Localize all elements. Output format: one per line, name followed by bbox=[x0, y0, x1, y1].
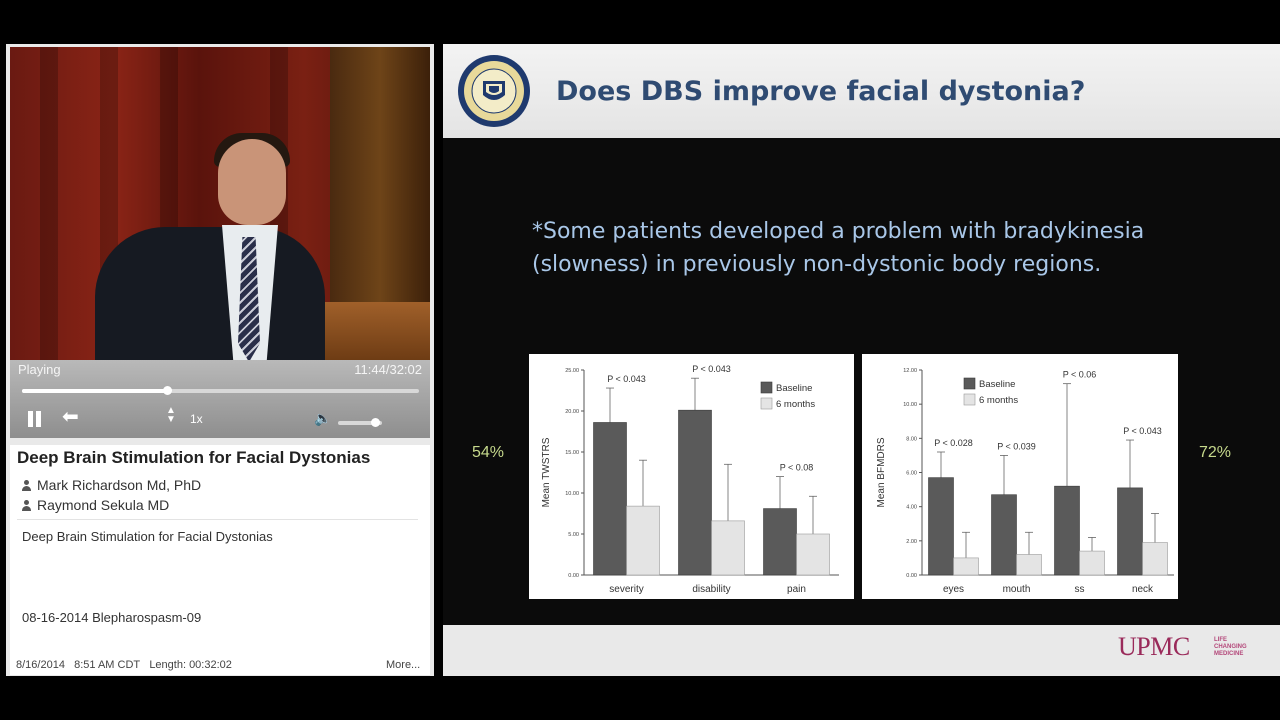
twstrs-bar-chart: 0.00 5.00 10.00 15.00 20.00 25.00 Mean TWSTRS P… bbox=[529, 354, 854, 599]
x-tick-label: severity bbox=[609, 584, 643, 595]
legend-label: Baseline bbox=[979, 379, 1015, 390]
more-link[interactable]: More... bbox=[386, 659, 420, 671]
bar-baseline bbox=[1117, 487, 1143, 576]
bar-6-months bbox=[1016, 554, 1042, 576]
y-tick-label: 0.00 bbox=[568, 573, 579, 579]
tagline-line: CHANGING bbox=[1214, 644, 1247, 650]
playback-time: 11:44/32:02 bbox=[354, 362, 422, 377]
x-tick-label: mouth bbox=[1003, 584, 1031, 595]
playback-status: Playing bbox=[18, 362, 61, 377]
bar-baseline bbox=[928, 477, 954, 576]
presenter-2: Raymond Sekula MD bbox=[22, 497, 169, 513]
upmc-tagline: LIFE CHANGING MEDICINE bbox=[1214, 637, 1247, 658]
bar-baseline bbox=[593, 422, 627, 576]
y-tick-label: 25.00 bbox=[565, 368, 579, 374]
legend-swatch bbox=[760, 397, 773, 410]
bar-6-months bbox=[953, 557, 979, 576]
presentation-length: Length: 00:32:02 bbox=[149, 659, 232, 671]
presentation-meta: 8/16/2014 8:51 AM CDT Length: 00:32:02 bbox=[16, 659, 232, 671]
bar-baseline bbox=[991, 494, 1017, 576]
legend-swatch bbox=[963, 377, 976, 390]
bar-baseline bbox=[763, 508, 797, 576]
presenter-name: Raymond Sekula MD bbox=[37, 497, 170, 513]
presentation-time: 8:51 AM CDT bbox=[74, 659, 141, 671]
playback-rate[interactable]: 1x bbox=[190, 412, 203, 426]
presenter-name: Mark Richardson Md, PhD bbox=[37, 477, 202, 493]
legend-label: 6 months bbox=[776, 399, 815, 410]
university-seal-icon bbox=[458, 55, 530, 127]
presentation-title: Deep Brain Stimulation for Facial Dyston… bbox=[17, 448, 371, 467]
bar-6-months bbox=[1079, 550, 1105, 576]
presenter-1: Mark Richardson Md, PhD bbox=[22, 477, 201, 493]
legend-label: 6 months bbox=[979, 395, 1018, 406]
y-tick-label: 10.00 bbox=[903, 402, 917, 408]
bar-baseline bbox=[678, 409, 712, 576]
legend-swatch bbox=[963, 393, 976, 406]
bar-6-months bbox=[796, 533, 830, 576]
y-tick-label: 5.00 bbox=[568, 532, 579, 538]
divider bbox=[17, 519, 418, 520]
p-value-annotation: P < 0.043 bbox=[607, 374, 646, 384]
bar-6-months bbox=[711, 520, 745, 576]
rate-arrows-icon[interactable]: ▲ ▼ bbox=[166, 406, 176, 425]
percent-right: 72% bbox=[1199, 444, 1232, 461]
y-tick-label: 20.00 bbox=[565, 409, 579, 415]
presentation-date: 8/16/2014 bbox=[16, 659, 65, 671]
y-axis-label: Mean TWSTRS bbox=[541, 437, 552, 507]
slide-note: *Some patients developed a problem with … bbox=[532, 219, 1145, 277]
y-tick-label: 0.00 bbox=[906, 573, 917, 579]
tagline-line: LIFE bbox=[1214, 637, 1227, 643]
y-tick-label: 12.00 bbox=[903, 368, 917, 374]
x-tick-label: ss bbox=[1075, 584, 1085, 595]
slide-title: Does DBS improve facial dystonia? bbox=[556, 76, 1086, 107]
p-value-annotation: P < 0.039 bbox=[997, 441, 1036, 451]
user-icon bbox=[22, 480, 31, 491]
seek-bar-progress bbox=[22, 389, 168, 393]
p-value-annotation: P < 0.043 bbox=[692, 364, 731, 374]
upmc-logo: UPMC bbox=[1118, 632, 1190, 661]
bar-baseline bbox=[1054, 485, 1080, 576]
presentation-description: Deep Brain Stimulation for Facial Dyston… bbox=[22, 529, 273, 544]
pause-icon[interactable] bbox=[26, 411, 44, 427]
presentation-tag: 08-16-2014 Blepharospasm-09 bbox=[22, 610, 202, 625]
p-value-annotation: P < 0.08 bbox=[780, 463, 814, 473]
bfmdrs-bar-chart: 0.00 2.00 4.00 6.00 8.00 10.00 12.00 Mean BFMDR… bbox=[862, 354, 1178, 599]
x-tick-label: pain bbox=[787, 584, 806, 595]
legend-swatch bbox=[760, 381, 773, 394]
y-tick-label: 8.00 bbox=[906, 436, 917, 442]
x-tick-label: neck bbox=[1132, 584, 1154, 595]
y-tick-label: 2.00 bbox=[906, 539, 917, 545]
y-tick-label: 4.00 bbox=[906, 505, 917, 511]
y-axis-label: Mean BFMDRS bbox=[876, 437, 887, 507]
video-frame[interactable] bbox=[10, 47, 430, 360]
user-icon bbox=[22, 500, 31, 511]
bar-6-months bbox=[626, 505, 660, 576]
y-tick-label: 15.00 bbox=[565, 450, 579, 456]
y-tick-label: 6.00 bbox=[906, 471, 917, 477]
y-tick-label: 10.00 bbox=[565, 491, 579, 497]
p-value-annotation: P < 0.028 bbox=[934, 438, 973, 448]
x-tick-label: eyes bbox=[943, 584, 964, 595]
percent-left: 54% bbox=[472, 444, 505, 461]
volume-icon[interactable]: 🔈 bbox=[314, 410, 331, 426]
bar-6-months bbox=[1142, 542, 1168, 576]
x-tick-label: disability bbox=[692, 584, 730, 595]
legend-label: Baseline bbox=[776, 383, 812, 394]
p-value-annotation: P < 0.043 bbox=[1123, 426, 1162, 436]
rewind-icon[interactable]: ⬅ bbox=[62, 407, 79, 427]
p-value-annotation: P < 0.06 bbox=[1063, 370, 1097, 380]
tagline-line: MEDICINE bbox=[1214, 651, 1244, 657]
